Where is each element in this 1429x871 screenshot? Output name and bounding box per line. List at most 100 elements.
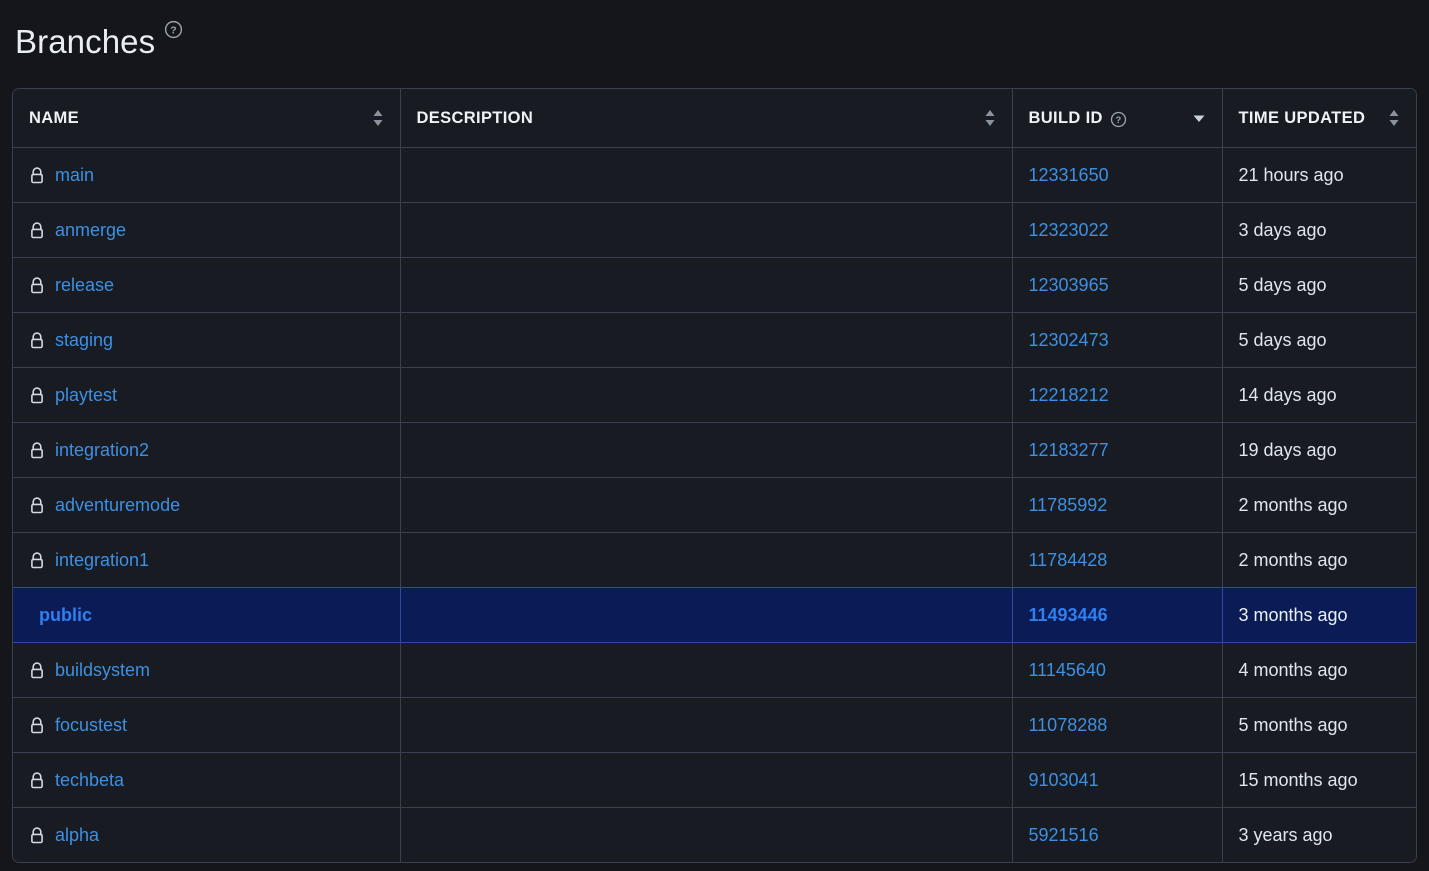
lock-icon	[29, 166, 45, 185]
branch-name-link[interactable]: anmerge	[55, 220, 126, 241]
cell-build-id: 11078288	[1012, 697, 1223, 753]
branches-table-container: NAME DESCRIPTION BUILD ID ? TIME UPDATED…	[12, 88, 1417, 863]
cell-branch-name: buildsystem	[13, 642, 401, 698]
build-id-link[interactable]: 12331650	[1029, 165, 1109, 185]
branch-name-link[interactable]: integration2	[55, 440, 149, 461]
cell-time-updated: 2 months ago	[1222, 477, 1416, 533]
column-header-build-id-label: BUILD ID	[1028, 108, 1103, 127]
cell-description	[400, 752, 1013, 808]
cell-build-id: 12331650	[1012, 147, 1223, 203]
table-row[interactable]: techbeta 9103041 15 months ago	[13, 752, 1416, 808]
cell-time-updated: 5 months ago	[1222, 697, 1416, 753]
lock-icon	[29, 826, 45, 845]
build-id-link[interactable]: 11145640	[1029, 660, 1106, 680]
cell-branch-name: adventuremode	[13, 477, 401, 533]
build-id-link[interactable]: 11493446	[1029, 605, 1108, 625]
page-title: Branches	[15, 23, 156, 60]
cell-time-updated: 3 years ago	[1222, 807, 1416, 862]
svg-text:?: ?	[171, 26, 177, 37]
sort-both-icon[interactable]	[1388, 108, 1400, 128]
cell-branch-name: focustest	[13, 697, 401, 753]
lock-icon	[29, 331, 45, 350]
table-row[interactable]: playtest 12218212 14 days ago	[13, 367, 1416, 423]
branch-name-link[interactable]: playtest	[55, 385, 117, 406]
table-header: NAME DESCRIPTION BUILD ID ? TIME UPDATED	[13, 89, 1416, 148]
lock-icon	[29, 276, 45, 295]
cell-branch-name: staging	[13, 312, 401, 368]
branch-name-link[interactable]: staging	[55, 330, 113, 351]
branch-name-link[interactable]: buildsystem	[55, 660, 150, 681]
branch-name-link[interactable]: integration1	[55, 550, 149, 571]
table-header-row: NAME DESCRIPTION BUILD ID ? TIME UPDATED	[13, 89, 1416, 148]
table-row[interactable]: focustest 11078288 5 months ago	[13, 697, 1416, 753]
cell-branch-name: public	[13, 587, 401, 643]
table-row[interactable]: main 12331650 21 hours ago	[13, 147, 1416, 203]
table-body: main 12331650 21 hours ago anmerge 12323022 3…	[13, 147, 1416, 862]
cell-branch-name: playtest	[13, 367, 401, 423]
cell-branch-name: integration2	[13, 422, 401, 478]
branch-name-link[interactable]: main	[55, 165, 94, 186]
cell-build-id: 9103041	[1012, 752, 1223, 808]
table-row[interactable]: anmerge 12323022 3 days ago	[13, 202, 1416, 258]
question-circle-icon[interactable]: ?	[164, 20, 183, 39]
column-header-description-label: DESCRIPTION	[416, 108, 534, 127]
cell-build-id: 12323022	[1012, 202, 1223, 258]
table-row[interactable]: integration2 12183277 19 days ago	[13, 422, 1416, 478]
table-row[interactable]: public 11493446 3 months ago	[13, 587, 1416, 643]
cell-description	[400, 477, 1013, 533]
cell-description	[400, 807, 1013, 862]
cell-time-updated: 14 days ago	[1222, 367, 1416, 423]
cell-description	[400, 532, 1013, 588]
table-row[interactable]: adventuremode 11785992 2 months ago	[13, 477, 1416, 533]
column-header-description[interactable]: DESCRIPTION	[400, 89, 1013, 148]
table-row[interactable]: alpha 5921516 3 years ago	[13, 807, 1416, 862]
cell-time-updated: 4 months ago	[1222, 642, 1416, 698]
build-id-link[interactable]: 9103041	[1029, 770, 1099, 790]
build-id-link[interactable]: 12303965	[1029, 275, 1109, 295]
cell-branch-name: techbeta	[13, 752, 401, 808]
branch-name-link[interactable]: focustest	[55, 715, 127, 736]
table-row[interactable]: staging 12302473 5 days ago	[13, 312, 1416, 368]
sort-both-icon[interactable]	[372, 108, 384, 128]
lock-icon	[29, 551, 45, 570]
build-id-link[interactable]: 12183277	[1029, 440, 1109, 460]
cell-time-updated: 3 months ago	[1222, 587, 1416, 643]
branch-name-link[interactable]: adventuremode	[55, 495, 180, 516]
cell-time-updated: 3 days ago	[1222, 202, 1416, 258]
cell-description	[400, 367, 1013, 423]
build-id-link[interactable]: 5921516	[1029, 825, 1099, 845]
sort-both-icon[interactable]	[984, 108, 996, 128]
page-header: Branches ?	[12, 0, 1417, 88]
build-id-link[interactable]: 12302473	[1029, 330, 1109, 350]
column-header-name[interactable]: NAME	[13, 89, 401, 148]
branch-name-link[interactable]: alpha	[55, 825, 99, 846]
table-row[interactable]: buildsystem 11145640 4 months ago	[13, 642, 1416, 698]
build-id-link[interactable]: 12218212	[1029, 385, 1109, 405]
branch-name-link[interactable]: public	[39, 605, 92, 626]
table-row[interactable]: integration1 11784428 2 months ago	[13, 532, 1416, 588]
table-row[interactable]: release 12303965 5 days ago	[13, 257, 1416, 313]
cell-description	[400, 642, 1013, 698]
cell-description	[400, 257, 1013, 313]
cell-build-id: 12218212	[1012, 367, 1223, 423]
column-header-build-id[interactable]: BUILD ID ?	[1012, 89, 1223, 148]
cell-build-id: 11784428	[1012, 532, 1223, 588]
build-id-link[interactable]: 11078288	[1029, 715, 1108, 735]
cell-time-updated: 5 days ago	[1222, 312, 1416, 368]
cell-branch-name: integration1	[13, 532, 401, 588]
cell-branch-name: anmerge	[13, 202, 401, 258]
branches-page: Branches ? NAME DESCRIPTION BUILD ID ? T…	[0, 0, 1429, 871]
branch-name-link[interactable]: release	[55, 275, 114, 296]
lock-icon	[29, 716, 45, 735]
question-circle-icon[interactable]: ?	[1110, 111, 1127, 128]
build-id-link[interactable]: 11784428	[1029, 550, 1108, 570]
build-id-link[interactable]: 11785992	[1029, 495, 1108, 515]
cell-build-id: 11493446	[1012, 587, 1223, 643]
build-id-link[interactable]: 12323022	[1029, 220, 1109, 240]
cell-description	[400, 147, 1013, 203]
lock-icon	[29, 771, 45, 790]
column-header-time-updated[interactable]: TIME UPDATED	[1222, 89, 1416, 148]
sort-descending-icon[interactable]	[1192, 108, 1206, 128]
branch-name-link[interactable]: techbeta	[55, 770, 124, 791]
cell-time-updated: 2 months ago	[1222, 532, 1416, 588]
